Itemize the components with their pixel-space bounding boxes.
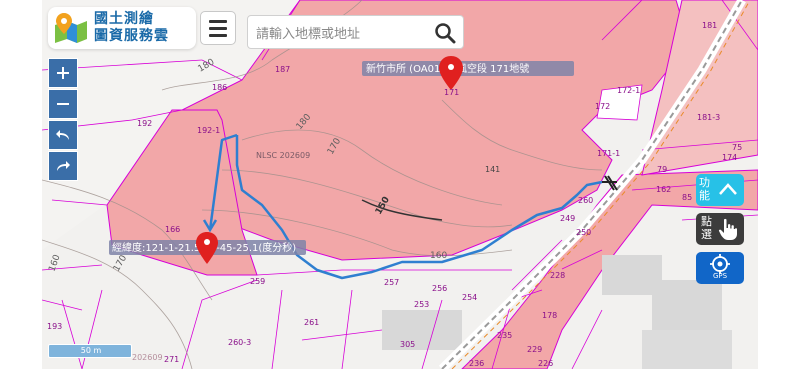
parcel-label: 259 xyxy=(250,277,265,286)
map-watermark-bottom: 202609 xyxy=(132,353,163,362)
logo-title-line1: 國土測繪 xyxy=(94,11,154,27)
map-scale-bar: 50 m xyxy=(48,344,132,358)
search-input[interactable] xyxy=(254,22,418,46)
parcel-label: 271 xyxy=(164,355,179,364)
app-stage: 180 180 170 150 160 170 160 187 186 192 … xyxy=(0,0,800,369)
site-logo[interactable]: 國土測繪 圖資服務雲 xyxy=(48,7,196,49)
parcel-label: 236 xyxy=(469,359,484,368)
zoom-out-button[interactable] xyxy=(48,89,78,119)
tap-hand-icon xyxy=(718,218,737,240)
parcel-label: 162 xyxy=(656,185,671,194)
parcel-label: 85 xyxy=(682,193,692,202)
undo-arrow-icon xyxy=(56,130,69,140)
parcel-label: 257 xyxy=(384,278,399,287)
logo-title-line2: 圖資服務雲 xyxy=(94,28,169,44)
search-icon[interactable] xyxy=(434,22,456,44)
parcel-marker: 新竹市所 (OA0176)風空段 171地號 171 xyxy=(362,56,574,97)
hamburger-icon xyxy=(209,33,227,37)
parcel-label: 261 xyxy=(304,318,319,327)
parcel-label: 229 xyxy=(527,345,542,354)
contour-label: 180 xyxy=(295,112,314,132)
logo-map-icon xyxy=(55,13,87,43)
gps-label: GPS xyxy=(712,272,728,280)
plus-icon xyxy=(57,67,69,79)
function-menu-button[interactable]: 功能 xyxy=(696,174,744,206)
parcel-label: 254 xyxy=(462,293,477,302)
parcel-label: 192-1 xyxy=(197,126,220,135)
back-button[interactable] xyxy=(48,120,78,150)
contour-label: 150 xyxy=(374,195,392,216)
gps-button[interactable]: GPS xyxy=(696,252,744,284)
parcel-label: 178 xyxy=(542,311,557,320)
parcel-label: 256 xyxy=(432,284,447,293)
parcel-label: 172-1 xyxy=(617,86,640,95)
parcel-label: 181-3 xyxy=(697,113,720,122)
menu-button[interactable] xyxy=(200,11,236,45)
redo-arrow-icon xyxy=(57,161,70,171)
parcel-label: 172 xyxy=(595,102,610,111)
parcel-label: 226 xyxy=(538,359,553,368)
map-watermark: NLSC 202609 xyxy=(256,151,310,160)
zoom-in-button[interactable] xyxy=(48,58,78,88)
parcel-label: 181 xyxy=(702,21,717,30)
crosshair-icon xyxy=(710,254,730,274)
parcel-label: 253 xyxy=(414,300,429,309)
point-select-button[interactable]: 點選 xyxy=(696,213,744,245)
parcel-label: 235 xyxy=(497,331,512,340)
parcel-label: 193 xyxy=(47,322,62,331)
parcel-label: 228 xyxy=(550,271,565,280)
chevron-up-icon xyxy=(719,183,737,195)
parcel-marker-tag: 171 xyxy=(444,88,459,97)
contour-label: 170 xyxy=(326,136,343,156)
parcel-label: 79 xyxy=(657,165,667,174)
contour-label: 160 xyxy=(47,253,62,273)
function-label: 功能 xyxy=(699,176,710,202)
parcel-label: 171-1 xyxy=(597,149,620,158)
parcel-label: 174 xyxy=(722,153,737,162)
map-canvas[interactable]: 180 180 170 150 160 170 160 187 186 192 … xyxy=(42,0,758,369)
coordinate-marker: 經緯度:121-1-21.5 24-45-25.1(度分秒) xyxy=(109,232,306,264)
parcel-label: 305 xyxy=(400,340,415,349)
parcel-label: 166 xyxy=(165,225,180,234)
search-box xyxy=(247,15,464,49)
forward-button[interactable] xyxy=(48,151,78,181)
parcel-label: 249 xyxy=(560,214,575,223)
parcel-label: 141 xyxy=(485,165,500,174)
parcel-label: 75 xyxy=(732,143,742,152)
minus-icon xyxy=(57,103,69,105)
parcel-label: 192 xyxy=(137,119,152,128)
label-layer: 180 180 170 150 160 170 160 187 186 192 … xyxy=(47,21,742,368)
contour-label: 160 xyxy=(430,251,447,261)
parcel-label: 260 xyxy=(578,196,593,205)
hamburger-icon xyxy=(209,26,227,30)
contour-label: 180 xyxy=(197,57,217,74)
scale-label: 50 m xyxy=(80,346,102,355)
point-select-label: 點選 xyxy=(701,215,712,241)
parcel-label: 186 xyxy=(212,83,227,92)
parcel-label: 250 xyxy=(576,228,591,237)
contour-label: 170 xyxy=(112,253,129,273)
hamburger-icon xyxy=(209,19,227,23)
parcel-label: 187 xyxy=(275,65,290,74)
parcel-label: 260-3 xyxy=(228,338,251,347)
